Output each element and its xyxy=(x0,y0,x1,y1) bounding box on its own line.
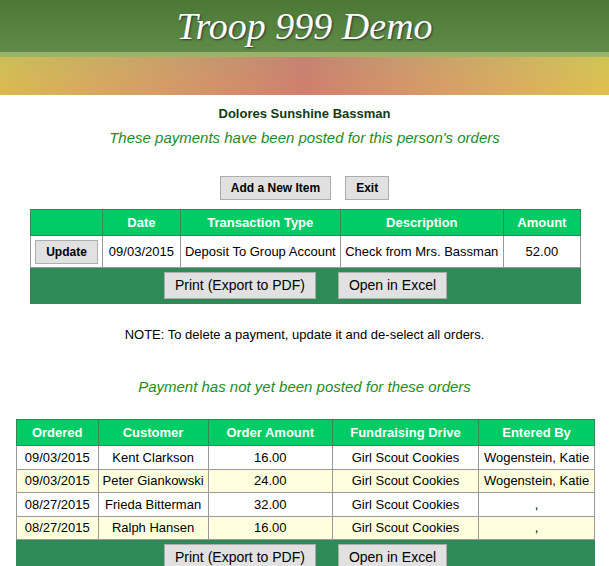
column-header: Fundraising Drive xyxy=(332,420,478,446)
column-header: Transaction Type xyxy=(180,210,340,236)
column-header: Order Amount xyxy=(208,420,332,446)
column-header: Amount xyxy=(503,210,580,236)
exit-button[interactable]: Exit xyxy=(345,176,389,200)
print-pdf-button[interactable]: Print (Export to PDF) xyxy=(164,544,316,566)
update-button[interactable]: Update xyxy=(35,240,98,264)
table-row: 09/03/2015Peter Giankowski24.00Girl Scou… xyxy=(17,469,595,493)
site-title: Troop 999 Demo xyxy=(0,4,609,48)
action-bar: Add a New Item Exit xyxy=(0,176,609,200)
page: Troop 999 Demo Dolores Sunshine Bassman Th… xyxy=(0,0,609,566)
column-header: Customer xyxy=(98,420,208,446)
person-name: Dolores Sunshine Bassman xyxy=(0,104,609,124)
note: NOTE: To delete a payment, update it and… xyxy=(0,325,609,345)
table-row: 09/03/2015Kent Clarkson16.00Girl Scout C… xyxy=(17,446,595,470)
unposted-footer: Print (Export to PDF) Open in Excel xyxy=(17,540,595,566)
table-row: Update09/03/2015Deposit To Group Account… xyxy=(31,236,581,268)
column-header: Ordered xyxy=(17,420,99,446)
posted-heading: These payments have been posted for this… xyxy=(0,127,609,150)
banner: Troop 999 Demo xyxy=(0,0,609,95)
table-row: 08/27/2015Ralph Hansen16.00Girl Scout Co… xyxy=(17,516,595,540)
table-header: OrderedCustomerOrder AmountFundraising D… xyxy=(17,420,595,446)
posted-table: DateTransaction TypeDescriptionAmountUpd… xyxy=(30,209,581,304)
unposted-table: OrderedCustomerOrder AmountFundraising D… xyxy=(16,419,595,566)
posted-footer: Print (Export to PDF) Open in Excel xyxy=(31,268,581,304)
unposted-heading: Payment has not yet been posted for thes… xyxy=(0,376,609,399)
add-item-button[interactable]: Add a New Item xyxy=(220,176,331,200)
table-row: 08/27/2015Frieda Bitterman32.00Girl Scou… xyxy=(17,493,595,517)
table-header: DateTransaction TypeDescriptionAmount xyxy=(31,210,581,236)
open-excel-button[interactable]: Open in Excel xyxy=(338,544,447,566)
column-header: Date xyxy=(102,210,180,236)
column-header: Entered By xyxy=(479,420,595,446)
print-pdf-button[interactable]: Print (Export to PDF) xyxy=(164,272,316,299)
open-excel-button[interactable]: Open in Excel xyxy=(338,272,447,299)
column-header: Description xyxy=(340,210,503,236)
